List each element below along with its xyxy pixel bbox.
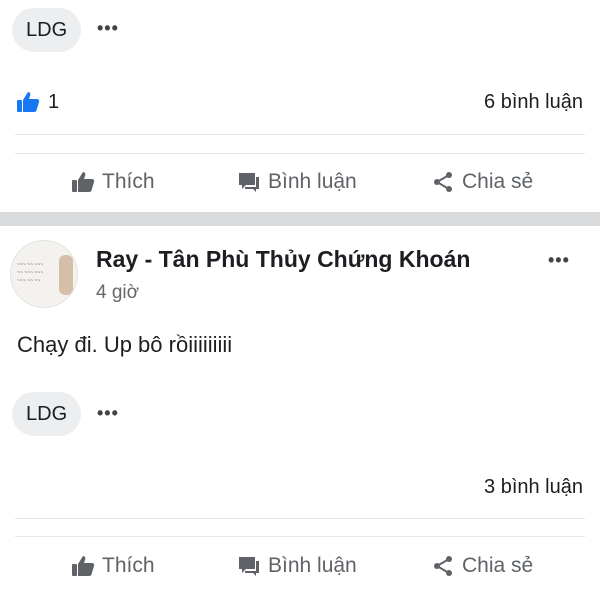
- thumbs-up-icon: [72, 172, 95, 192]
- divider: [15, 536, 585, 537]
- reaction-chip[interactable]: LDG: [12, 392, 82, 436]
- like-button[interactable]: Thích: [70, 170, 155, 194]
- share-button-label: Chia sẻ: [462, 170, 534, 193]
- like-count: 1: [48, 90, 60, 113]
- share-button-label: Chia sẻ: [462, 554, 534, 577]
- avatar-figure: [59, 255, 73, 295]
- feed-separator: [0, 212, 600, 226]
- comment-icon: [239, 557, 259, 576]
- comment-button-label: Bình luận: [268, 170, 357, 193]
- comment-button[interactable]: Bình luận: [236, 554, 357, 578]
- post-bottom: ~~~ ~~ ~~~ ~~ ~~~ ~~~ ~~~ ~~ ~~ Ray - Tân …: [0, 226, 600, 600]
- divider: [15, 134, 585, 135]
- divider: [15, 518, 585, 519]
- post-time[interactable]: 4 giờ: [96, 282, 139, 304]
- divider: [15, 153, 585, 154]
- avatar-image: ~~~ ~~ ~~~ ~~ ~~~ ~~~ ~~~ ~~ ~~: [17, 262, 44, 284]
- more-options-icon[interactable]: •••: [97, 403, 119, 424]
- thumbs-up-blue-icon: [17, 92, 40, 112]
- reaction-chip-label: LDG: [26, 18, 68, 41]
- post-top: LDG ••• 1 6 bình luận Thích Bình luận Ch…: [0, 0, 600, 212]
- avatar[interactable]: ~~~ ~~ ~~~ ~~ ~~~ ~~~ ~~~ ~~ ~~: [10, 240, 78, 308]
- reaction-chip[interactable]: LDG: [12, 8, 82, 52]
- comment-count[interactable]: 3 bình luận: [484, 476, 583, 499]
- more-options-icon[interactable]: •••: [97, 18, 119, 39]
- author-name[interactable]: Ray - Tân Phù Thủy Chứng Khoán: [96, 246, 470, 273]
- like-summary[interactable]: 1: [16, 90, 59, 114]
- thumbs-up-icon: [72, 556, 95, 576]
- like-button[interactable]: Thích: [70, 554, 155, 578]
- comment-button[interactable]: Bình luận: [236, 170, 357, 194]
- share-button[interactable]: Chia sẻ: [430, 554, 533, 578]
- post-content: Chạy đi. Up bô rồiiiiiiiii: [17, 332, 233, 357]
- like-button-label: Thích: [102, 554, 155, 577]
- like-button-label: Thích: [102, 170, 155, 193]
- comment-count[interactable]: 6 bình luận: [484, 91, 583, 114]
- comment-icon: [239, 173, 259, 192]
- share-icon: [434, 556, 452, 576]
- post-more-options-icon[interactable]: •••: [548, 250, 570, 271]
- share-button[interactable]: Chia sẻ: [430, 170, 533, 194]
- reaction-chip-label: LDG: [26, 402, 68, 425]
- share-icon: [434, 172, 452, 192]
- comment-button-label: Bình luận: [268, 554, 357, 577]
